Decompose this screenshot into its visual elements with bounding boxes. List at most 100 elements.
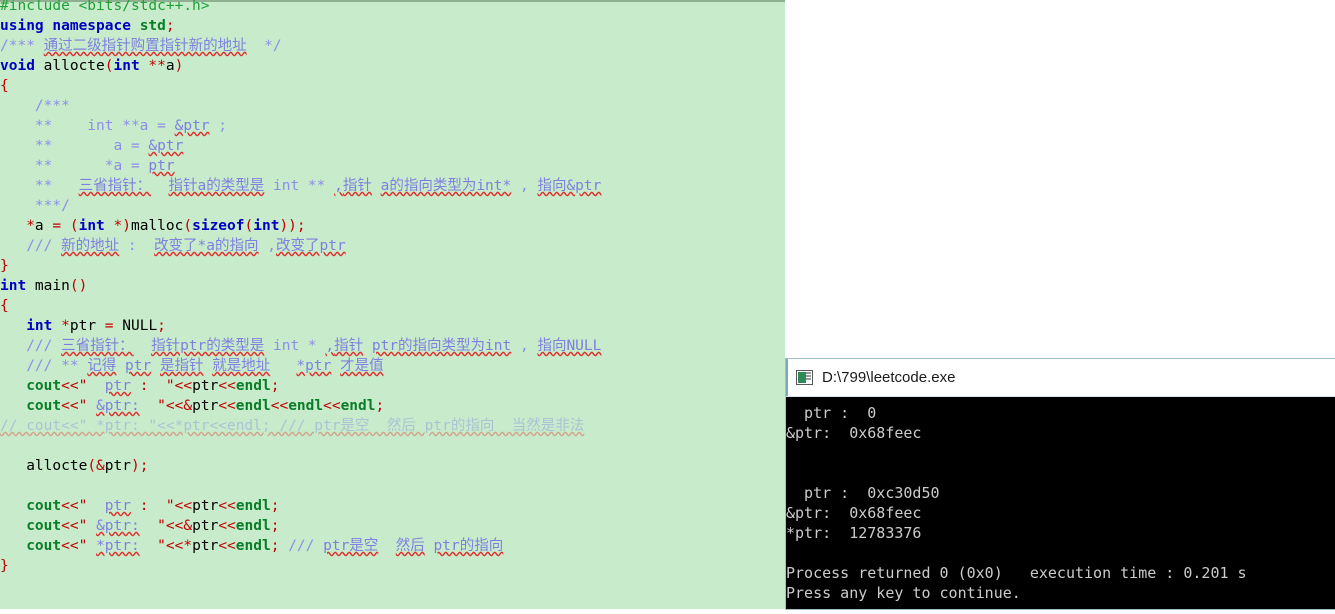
code-token: cout (26, 538, 62, 554)
code-token: , (334, 178, 343, 194)
code-token: void (0, 58, 44, 74)
code-editor-pane[interactable]: #include <bits/stdc++.h> using namespace … (0, 0, 785, 609)
screen: #include <bits/stdc++.h> using namespace … (0, 0, 1335, 609)
code-token: 改变了*a的指向 (154, 238, 259, 254)
console-line: Press any key to continue. (786, 584, 1021, 602)
code-token: : (131, 498, 158, 514)
source-code[interactable]: #include <bits/stdc++.h> using namespace … (0, 0, 601, 576)
code-token: 指针 (334, 338, 364, 354)
code-token: << (165, 538, 184, 554)
code-line: ** a = &ptr (0, 136, 601, 156)
code-token: , (511, 178, 538, 194)
code-token: << (218, 498, 236, 514)
code-line: ** 三省指针： 指针a的类型是 int ** ,指针 a的指向类型为int* … (0, 176, 601, 196)
code-token: endl (288, 398, 324, 414)
code-line: #include <bits/stdc++.h> (0, 0, 601, 16)
code-token: ptr (69, 318, 105, 334)
code-line: cout<<" &ptr: "<<&ptr<<endl<<endl<<endl; (0, 396, 601, 416)
code-token: malloc (130, 218, 184, 234)
code-token: endl (235, 378, 271, 394)
code-token: a的指向类型为int* (380, 178, 512, 194)
code-token: 通过二级指针购置指针新的地址 (43, 38, 247, 54)
code-token: &ptr: (96, 398, 140, 414)
code-token: << (61, 398, 79, 414)
console-line: *ptr: 12783376 (786, 524, 922, 542)
code-token: ( (183, 218, 193, 234)
code-token: main (34, 278, 70, 294)
code-token: cout (26, 498, 62, 514)
code-token: &ptr (174, 118, 210, 134)
code-token: endl (235, 398, 271, 414)
code-token: ( (104, 58, 114, 74)
code-token: ***/ (0, 198, 70, 214)
code-token: cout (26, 378, 62, 394)
console-title-text: D:\799\leetcode.exe (822, 369, 956, 386)
console-line: Process returned 0 (0x0) execution time … (786, 564, 1247, 582)
code-token: *ptr: (96, 538, 140, 554)
console-title-bar[interactable]: D:\799\leetcode.exe (786, 359, 1335, 397)
code-token: = (104, 318, 123, 334)
code-line: cout<<" &ptr: "<<&ptr<<endl; (0, 516, 601, 536)
code-token: " (78, 378, 105, 394)
code-token: int ** (264, 178, 335, 194)
code-token: , (325, 338, 335, 354)
code-token: 新的地址 (61, 238, 120, 254)
code-token: )) (279, 218, 297, 234)
code-token: 三省指针： (61, 338, 134, 354)
code-token: ; (270, 378, 280, 394)
code-token: NULL (122, 318, 158, 334)
code-token: ; (157, 318, 166, 334)
console-line: &ptr: 0x68feec (786, 424, 922, 442)
code-token: ; (165, 18, 175, 34)
code-token: * (61, 318, 70, 334)
code-token: { (0, 78, 9, 94)
code-line: int *ptr = NULL; (0, 316, 601, 336)
code-token: /// ** (0, 358, 88, 374)
code-line: { (0, 296, 601, 316)
code-line: // cout<<" *ptr: "<<*ptr<<endl; /// ptr是… (0, 416, 601, 436)
code-token: << (61, 378, 79, 394)
console-line: ptr : 0 (786, 404, 877, 422)
code-token: 就是地址 (212, 358, 271, 374)
code-token: /*** (0, 98, 70, 114)
code-line: } (0, 256, 601, 276)
code-token: " (78, 498, 105, 514)
code-token: endl (235, 498, 271, 514)
console-line: ptr : 0xc30d50 (786, 484, 940, 502)
code-line: using namespace std; (0, 16, 601, 36)
code-token: << (61, 498, 79, 514)
code-token: & (183, 518, 193, 534)
code-token: * (0, 218, 35, 234)
code-line: ** int **a = &ptr ; (0, 116, 601, 136)
code-token: cout (26, 398, 62, 414)
code-token: using namespace (0, 18, 140, 34)
code-token: ) (130, 458, 140, 474)
code-token: << (165, 518, 184, 534)
code-line: ** *a = ptr (0, 156, 601, 176)
code-token: ptr (104, 458, 131, 474)
code-token: sizeof (192, 218, 245, 234)
code-token: int (253, 218, 280, 234)
code-line: { (0, 76, 601, 96)
code-line: /// 三省指针： 指针ptr的类型是 int * ,指针 ptr的指向类型为i… (0, 336, 601, 356)
code-token: 三省指针： (78, 178, 152, 194)
code-line: /// ** 记得 ptr 是指针 就是地址 *ptr 才是值 (0, 356, 601, 376)
code-token: { (0, 298, 9, 314)
code-token: , (258, 238, 276, 254)
console-window[interactable]: D:\799\leetcode.exe ptr : 0 &ptr: 0x68fee… (786, 359, 1335, 609)
code-token: ptr的指向 (433, 538, 504, 554)
code-token: " (157, 378, 175, 394)
code-token: ; (270, 518, 280, 534)
code-token: *ptr (296, 358, 332, 374)
code-line: *a = (int *)malloc(sizeof(int)); (0, 216, 601, 236)
code-token: ; (139, 458, 149, 474)
code-token: 才是值 (340, 358, 384, 374)
